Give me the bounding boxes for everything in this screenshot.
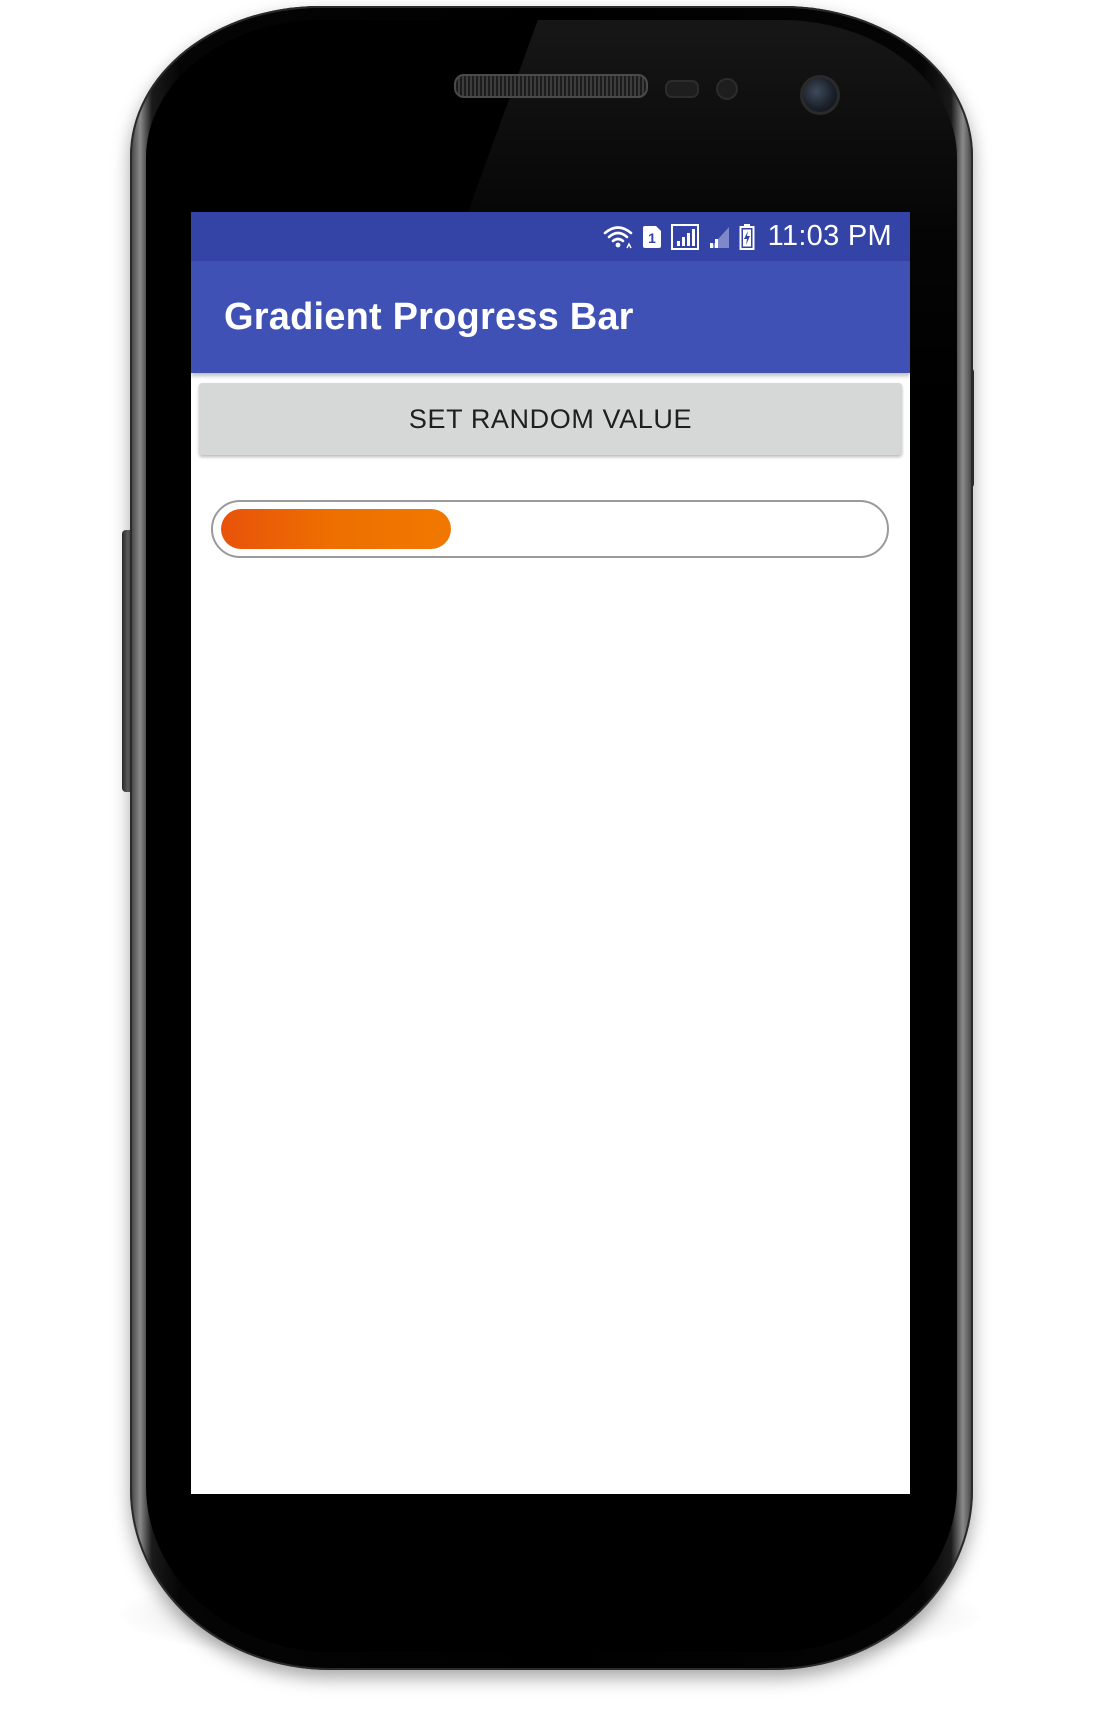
status-bar: 1 11:03 PM [191,212,910,261]
sim-1-icon: 1 [642,225,662,249]
phone-screen: 1 11:03 PM Gradient Progress Bar SET RAN… [191,212,910,1494]
signal-weak-icon [708,224,730,250]
light-sensor [716,78,738,100]
app-title: Gradient Progress Bar [224,296,634,338]
app-bar: Gradient Progress Bar [191,261,910,373]
battery-charging-icon [739,223,755,251]
set-random-value-button[interactable]: SET RANDOM VALUE [199,383,902,455]
progress-fill [221,509,451,549]
device-mockup: 1 11:03 PM Gradient Progress Bar SET RAN… [0,0,1101,1709]
wifi-icon [603,224,633,250]
sim-slot-number: 1 [648,230,656,246]
signal-full-icon [670,223,699,250]
proximity-sensor [665,80,699,98]
front-camera [800,75,840,115]
status-time: 11:03 PM [767,220,892,252]
status-icons: 1 11:03 PM [603,212,892,261]
gradient-progress-bar [211,500,889,558]
earpiece-speaker [454,74,648,98]
